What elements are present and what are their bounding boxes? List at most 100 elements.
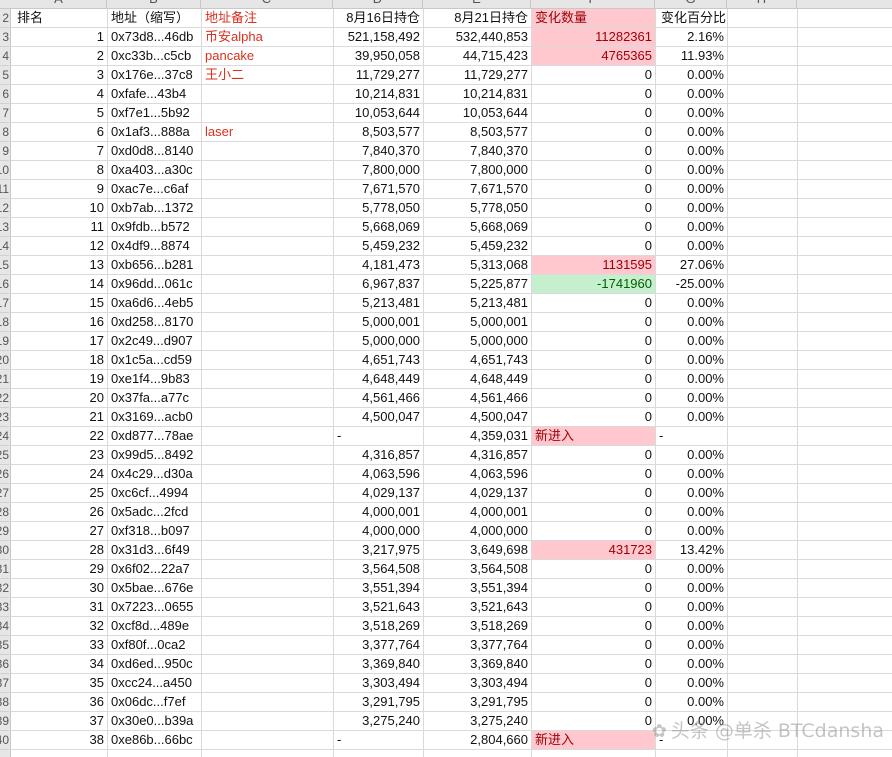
rank-cell[interactable]: 2	[11, 47, 107, 65]
rank-cell[interactable]: 4	[11, 85, 107, 103]
note-cell[interactable]	[202, 446, 333, 464]
rank-cell[interactable]: 28	[11, 541, 107, 559]
note-cell[interactable]	[202, 693, 333, 711]
address-cell[interactable]: 0x6f02...22a7	[108, 560, 201, 578]
note-cell[interactable]	[202, 237, 333, 255]
rank-cell[interactable]: 15	[11, 294, 107, 312]
rank-cell[interactable]: 30	[11, 579, 107, 597]
header-address[interactable]: 地址（缩写）	[108, 9, 201, 27]
address-cell[interactable]: 0x3169...acb0	[108, 408, 201, 426]
aug21-cell[interactable]: 532,440,853	[424, 28, 531, 46]
pct-cell[interactable]: 0.00%	[656, 598, 727, 616]
aug21-cell[interactable]: 3,518,269	[424, 617, 531, 635]
row-number[interactable]: 7	[0, 104, 9, 123]
aug21-cell[interactable]: 4,063,596	[424, 465, 531, 483]
aug16-cell[interactable]: 5,459,232	[334, 237, 423, 255]
rank-cell[interactable]: 29	[11, 560, 107, 578]
row-number[interactable]: 13	[0, 218, 9, 237]
pct-cell[interactable]: 0.00%	[656, 522, 727, 540]
address-cell[interactable]: 0xd0d8...8140	[108, 142, 201, 160]
aug16-cell[interactable]: 8,503,577	[334, 123, 423, 141]
aug21-cell[interactable]: 4,029,137	[424, 484, 531, 502]
address-cell[interactable]: 0x9fdb...b572	[108, 218, 201, 236]
note-cell[interactable]	[202, 408, 333, 426]
note-cell[interactable]: pancake	[202, 47, 333, 65]
pct-cell[interactable]: 0.00%	[656, 655, 727, 673]
row-number[interactable]: 18	[0, 313, 9, 332]
address-cell[interactable]: 0x4c29...d30a	[108, 465, 201, 483]
change-cell[interactable]: 0	[532, 560, 655, 578]
aug16-cell[interactable]: 3,377,764	[334, 636, 423, 654]
pct-cell[interactable]: 0.00%	[656, 674, 727, 692]
note-cell[interactable]	[202, 541, 333, 559]
note-cell[interactable]	[202, 522, 333, 540]
pct-cell[interactable]: -25.00%	[656, 275, 727, 293]
aug16-cell[interactable]: 4,651,743	[334, 351, 423, 369]
aug16-cell[interactable]: 5,778,050	[334, 199, 423, 217]
note-cell[interactable]	[202, 484, 333, 502]
column-header-h[interactable]: H	[727, 0, 797, 8]
change-cell[interactable]: 0	[532, 408, 655, 426]
pct-cell[interactable]: 0.00%	[656, 465, 727, 483]
note-cell[interactable]	[202, 332, 333, 350]
aug16-cell[interactable]: 3,217,975	[334, 541, 423, 559]
header-change[interactable]: 变化数量	[532, 9, 655, 27]
note-cell[interactable]	[202, 598, 333, 616]
change-cell[interactable]: 0	[532, 617, 655, 635]
row-number[interactable]: 21	[0, 370, 9, 389]
note-cell[interactable]	[202, 655, 333, 673]
note-cell[interactable]	[202, 180, 333, 198]
column-header-a[interactable]: A	[11, 0, 107, 8]
address-cell[interactable]: 0xac7e...c6af	[108, 180, 201, 198]
rank-cell[interactable]: 10	[11, 199, 107, 217]
address-cell[interactable]: 0x1c5a...cd59	[108, 351, 201, 369]
aug16-cell[interactable]: 5,000,000	[334, 332, 423, 350]
rank-cell[interactable]: 33	[11, 636, 107, 654]
note-cell[interactable]	[202, 712, 333, 730]
note-cell[interactable]	[202, 503, 333, 521]
aug21-cell[interactable]: 5,213,481	[424, 294, 531, 312]
change-cell[interactable]: 0	[532, 389, 655, 407]
address-cell[interactable]: 0xfafe...43b4	[108, 85, 201, 103]
aug21-cell[interactable]: 3,564,508	[424, 560, 531, 578]
row-number[interactable]: 25	[0, 446, 9, 465]
row-number[interactable]: 22	[0, 389, 9, 408]
aug16-cell[interactable]: 4,000,000	[334, 522, 423, 540]
column-header-e[interactable]: E	[423, 0, 531, 8]
address-cell[interactable]: 0x7223...0655	[108, 598, 201, 616]
row-number[interactable]: 8	[0, 123, 9, 142]
row-number[interactable]: 23	[0, 408, 9, 427]
change-cell[interactable]: 0	[532, 218, 655, 236]
pct-cell[interactable]: 0.00%	[656, 85, 727, 103]
row-number[interactable]: 40	[0, 731, 9, 750]
aug16-cell[interactable]: -	[334, 427, 423, 445]
note-cell[interactable]	[202, 351, 333, 369]
row-number[interactable]: 37	[0, 674, 9, 693]
pct-cell[interactable]: -	[656, 427, 727, 445]
pct-cell[interactable]: 0.00%	[656, 636, 727, 654]
row-number[interactable]: 26	[0, 465, 9, 484]
column-header-f[interactable]: F	[531, 0, 655, 8]
aug21-cell[interactable]: 5,778,050	[424, 199, 531, 217]
note-cell[interactable]	[202, 104, 333, 122]
address-cell[interactable]: 0xf80f...0ca2	[108, 636, 201, 654]
aug21-cell[interactable]: 4,316,857	[424, 446, 531, 464]
aug21-cell[interactable]: 5,459,232	[424, 237, 531, 255]
address-cell[interactable]: 0xb7ab...1372	[108, 199, 201, 217]
aug16-cell[interactable]: 521,158,492	[334, 28, 423, 46]
change-cell[interactable]: 0	[532, 180, 655, 198]
address-cell[interactable]: 0x06dc...f7ef	[108, 693, 201, 711]
pct-cell[interactable]: 0.00%	[656, 617, 727, 635]
aug21-cell[interactable]: 4,561,466	[424, 389, 531, 407]
change-cell[interactable]: 0	[532, 674, 655, 692]
row-number[interactable]: 35	[0, 636, 9, 655]
aug16-cell[interactable]: 3,291,795	[334, 693, 423, 711]
address-cell[interactable]: 0xf318...b097	[108, 522, 201, 540]
change-cell[interactable]: 0	[532, 636, 655, 654]
aug16-cell[interactable]: 7,671,570	[334, 180, 423, 198]
aug16-cell[interactable]: 6,967,837	[334, 275, 423, 293]
aug21-cell[interactable]: 4,000,000	[424, 522, 531, 540]
rank-cell[interactable]: 26	[11, 503, 107, 521]
change-cell[interactable]: 0	[532, 123, 655, 141]
change-cell[interactable]: 431723	[532, 541, 655, 559]
